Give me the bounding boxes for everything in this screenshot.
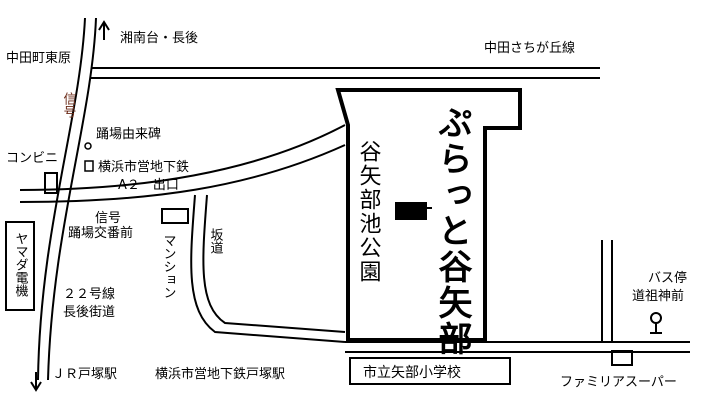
label-jr-totsuka: ＪＲ戸塚駅 xyxy=(52,367,117,382)
label-route22-line1: ２２号線 xyxy=(63,286,115,302)
label-yamada-denki: ヤマダ電機 xyxy=(13,232,29,297)
label-park: 谷矢部池公園 xyxy=(356,140,382,284)
odoriba-yuraihi-marker xyxy=(84,142,92,150)
label-school: 市立矢部小学校 xyxy=(363,364,461,381)
bus-stop-icon xyxy=(650,312,662,324)
slope-road-west-edge xyxy=(190,194,346,343)
family-mart-box xyxy=(611,350,633,366)
label-bus-stop-line1: バス停 xyxy=(648,270,687,286)
label-family-mart: ファミリアスーパー xyxy=(560,375,677,390)
main-road-west-edge xyxy=(37,17,86,381)
south-arrow-icon xyxy=(30,372,42,392)
facility-building xyxy=(395,202,427,220)
label-route22-line2: 長後街道 xyxy=(63,305,115,320)
label-subway-exit-line2: A２ 出口 xyxy=(118,178,179,193)
label-sakamichi: 坂道 xyxy=(208,228,224,254)
label-nakata-sachigaoka: 中田さちが丘線 xyxy=(484,40,575,56)
map-canvas: 湘南台・長後 中田町東原 中田さちが丘線 信号 踊場由来碑 コンビニ 横浜市営地… xyxy=(0,0,720,400)
north-arrow-icon xyxy=(98,20,110,40)
label-facility: ぷらっと谷矢部 xyxy=(432,105,472,357)
label-shonandai: 湘南台・長後 xyxy=(120,30,198,46)
map-svg: 湘南台・長後 中田町東原 中田さちが丘線 信号 踊場由来碑 コンビニ 横浜市営地… xyxy=(5,17,690,392)
label-odoriba-yuraihi: 踊場由来碑 xyxy=(96,126,161,142)
label-subway-exit-line1: 横浜市営地下鉄 xyxy=(98,159,189,175)
label-shingo-bottom: 信号 xyxy=(95,211,121,226)
label-bus-stop-line2: 道祖神前 xyxy=(632,288,684,304)
subway-exit-box xyxy=(84,160,94,172)
label-shingo-top: 信号 xyxy=(61,92,77,118)
mansion-box xyxy=(161,208,189,224)
label-conbini: コンビニ xyxy=(6,151,58,166)
slope-road-east-edge xyxy=(202,194,346,333)
label-mansion: マンション xyxy=(161,234,176,299)
main-road-east-edge xyxy=(47,17,97,381)
label-subway-totsuka: 横浜市営地下鉄戸塚駅 xyxy=(155,366,285,382)
label-nakata-higashihara: 中田町東原 xyxy=(6,50,71,66)
label-odoriba-koban: 踊場交番前 xyxy=(68,225,133,241)
